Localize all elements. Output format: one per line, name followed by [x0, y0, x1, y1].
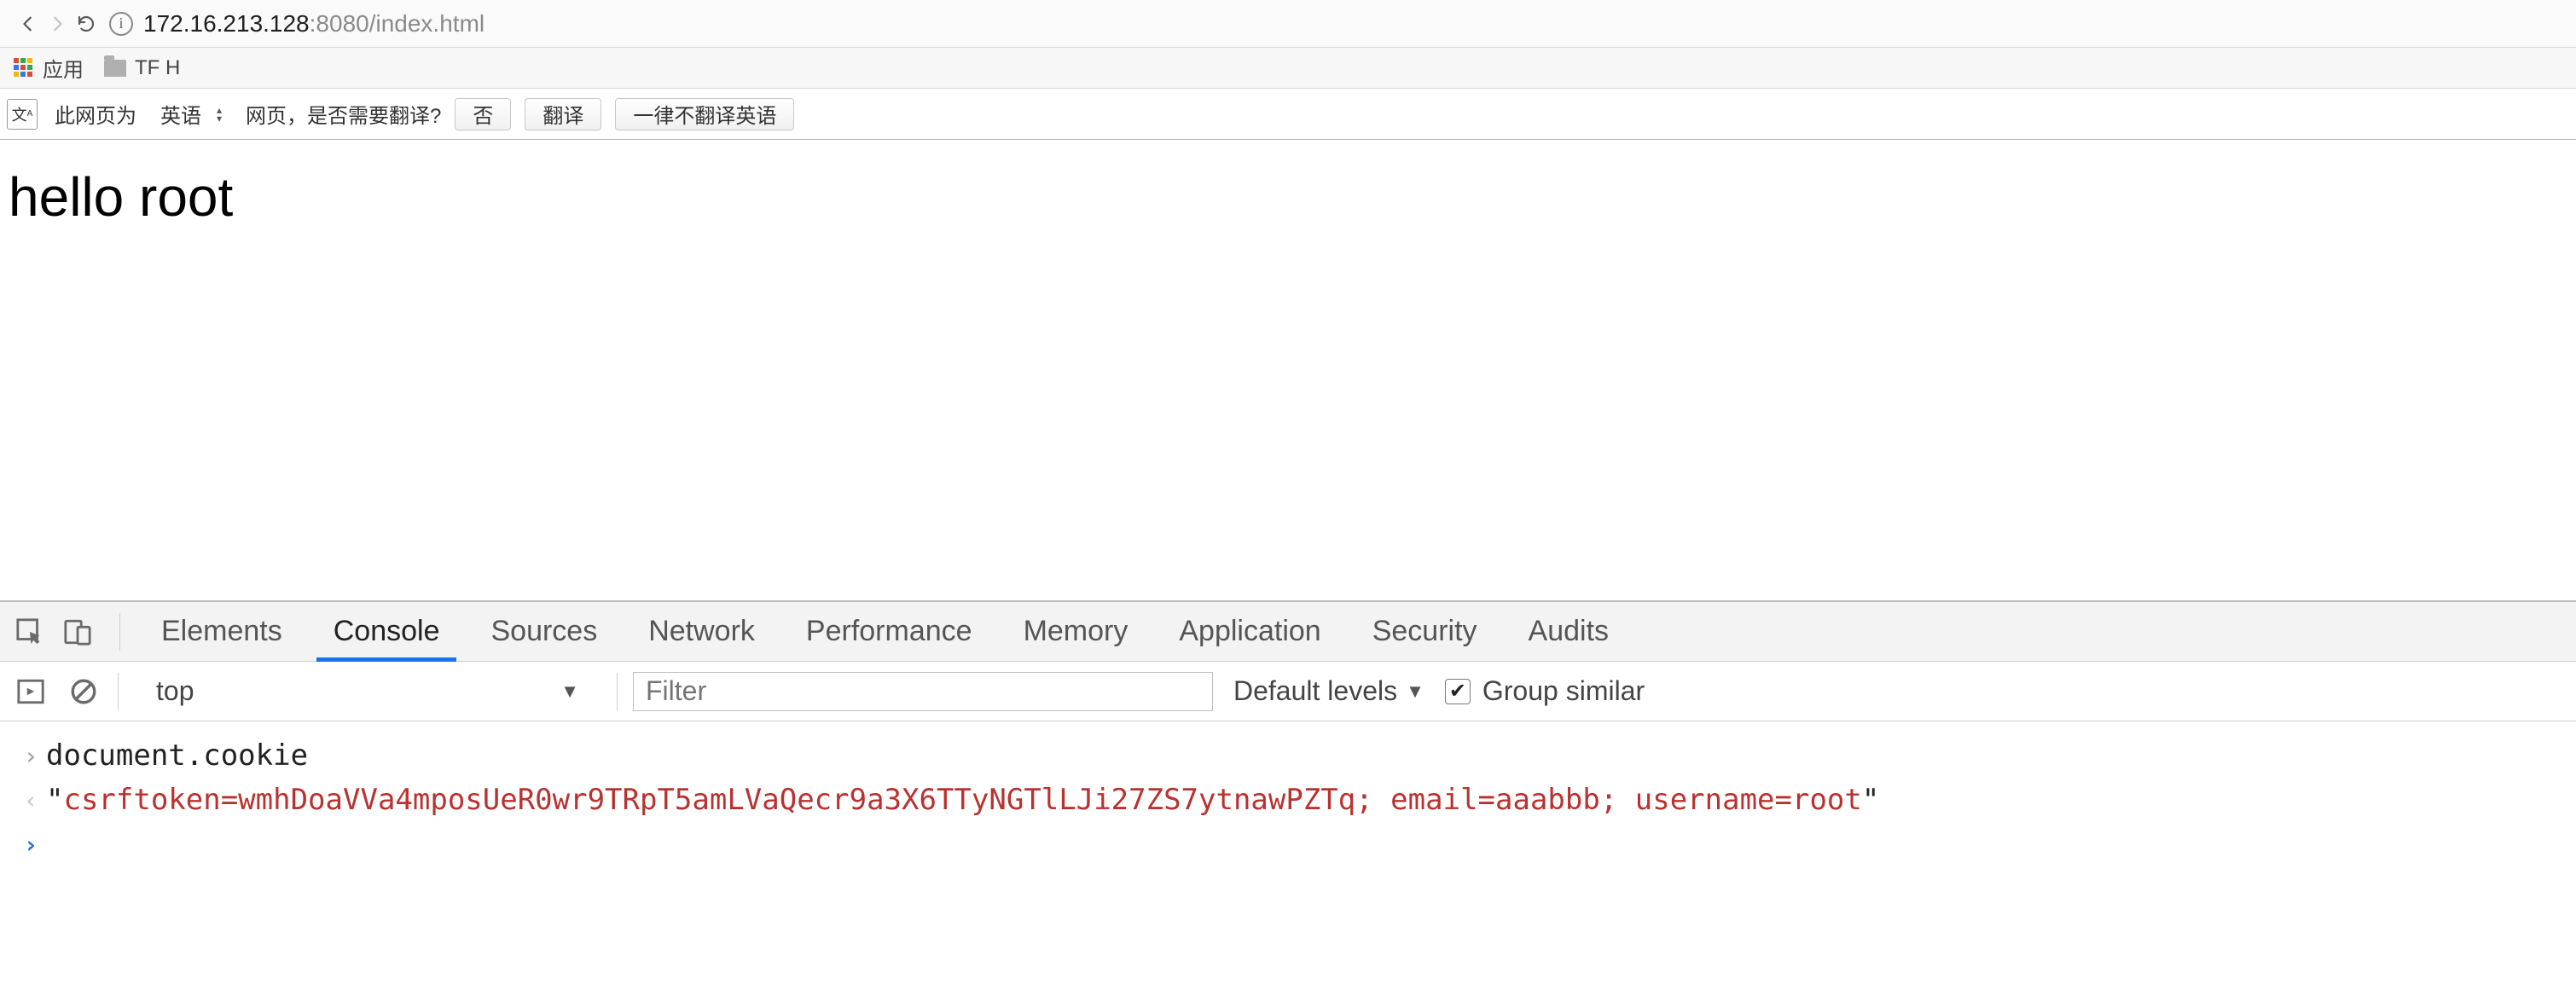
bookmarks-bar: 应用 TF H [0, 48, 2576, 89]
execution-context-label: top [156, 675, 194, 707]
console-output-value: "csrftoken=wmhDoaVVa4mposUeR0wr9TRpT5amL… [46, 783, 1879, 817]
forward-button [43, 9, 72, 38]
console-output: › document.cookie ‹ "csrftoken=wmhDoaVVa… [0, 721, 2576, 864]
page-heading: hello root [9, 165, 2567, 229]
separator [617, 673, 618, 710]
console-toolbar: top ▼ Default levels ▼ ✔ Group similar [0, 662, 2576, 721]
devtools-panel: Elements Console Sources Network Perform… [0, 600, 2576, 864]
group-similar-label: Group similar [1482, 675, 1645, 707]
translate-icon[interactable]: 文A [7, 99, 38, 130]
url-host: 172.16.213.128 [143, 10, 310, 38]
address-bar[interactable]: i 172.16.213.128 :8080 /index.html [109, 10, 2562, 38]
tab-application[interactable]: Application [1153, 602, 1346, 661]
clear-console-icon[interactable] [65, 673, 102, 710]
url-path: /index.html [369, 10, 484, 38]
chevron-down-icon: ▼ [1406, 680, 1424, 703]
bookmark-folder-label: TF H [135, 56, 180, 80]
tab-security[interactable]: Security [1347, 602, 1503, 661]
inspect-element-icon[interactable] [9, 611, 51, 653]
back-button[interactable] [14, 9, 43, 38]
browser-nav-bar: i 172.16.213.128 :8080 /index.html [0, 0, 2576, 48]
translate-prefix: 此网页为 [55, 99, 136, 129]
separator [119, 613, 120, 651]
tab-sources[interactable]: Sources [465, 602, 623, 661]
separator [118, 673, 119, 710]
tab-console[interactable]: Console [308, 602, 466, 661]
console-input-line: › document.cookie [0, 733, 2576, 778]
devtools-tabbar: Elements Console Sources Network Perform… [0, 602, 2576, 662]
translate-bar: 文A 此网页为 英语 ▴▾ 网页，是否需要翻译? 否 翻译 一律不翻译英语 [0, 89, 2576, 140]
chevron-updown-icon: ▴▾ [217, 106, 222, 123]
site-info-icon[interactable]: i [109, 12, 133, 36]
tab-audits[interactable]: Audits [1503, 602, 1635, 661]
translate-question: 网页，是否需要翻译? [246, 99, 441, 129]
page-viewport: hello root [0, 140, 2576, 600]
translate-never-button[interactable]: 一律不翻译英语 [615, 98, 794, 130]
console-filter-input[interactable] [633, 672, 1213, 711]
output-chevron-icon: ‹ [15, 783, 46, 814]
device-toolbar-icon[interactable] [56, 611, 99, 653]
console-input-expression: document.cookie [46, 738, 308, 773]
tab-memory[interactable]: Memory [998, 602, 1154, 661]
group-similar-checkbox[interactable]: ✔ [1445, 679, 1471, 704]
chevron-down-icon: ▼ [560, 680, 579, 703]
console-sidebar-toggle-icon[interactable] [12, 673, 49, 710]
log-levels-label: Default levels [1233, 675, 1397, 707]
tab-elements[interactable]: Elements [136, 602, 308, 661]
console-prompt-line[interactable]: › [0, 822, 2576, 864]
url-port: :8080 [310, 10, 369, 38]
apps-icon [14, 58, 34, 78]
input-chevron-icon: › [15, 738, 46, 770]
tab-network[interactable]: Network [623, 602, 780, 661]
apps-shortcut[interactable]: 应用 [14, 53, 84, 83]
translate-language: 英语 [160, 99, 201, 129]
console-output-line: ‹ "csrftoken=wmhDoaVVa4mposUeR0wr9TRpT5a… [0, 778, 2576, 822]
translate-language-select[interactable]: 英语 ▴▾ [148, 98, 234, 130]
tab-performance[interactable]: Performance [780, 602, 998, 661]
folder-icon [104, 60, 126, 77]
apps-label: 应用 [43, 53, 84, 83]
translate-yes-button[interactable]: 翻译 [525, 98, 601, 130]
translate-no-button[interactable]: 否 [455, 98, 511, 130]
log-levels-select[interactable]: Default levels ▼ [1233, 675, 1424, 707]
prompt-chevron-icon: › [15, 827, 46, 859]
execution-context-select[interactable]: top ▼ [146, 672, 589, 711]
bookmark-folder[interactable]: TF H [104, 56, 180, 80]
reload-button[interactable] [72, 9, 101, 38]
